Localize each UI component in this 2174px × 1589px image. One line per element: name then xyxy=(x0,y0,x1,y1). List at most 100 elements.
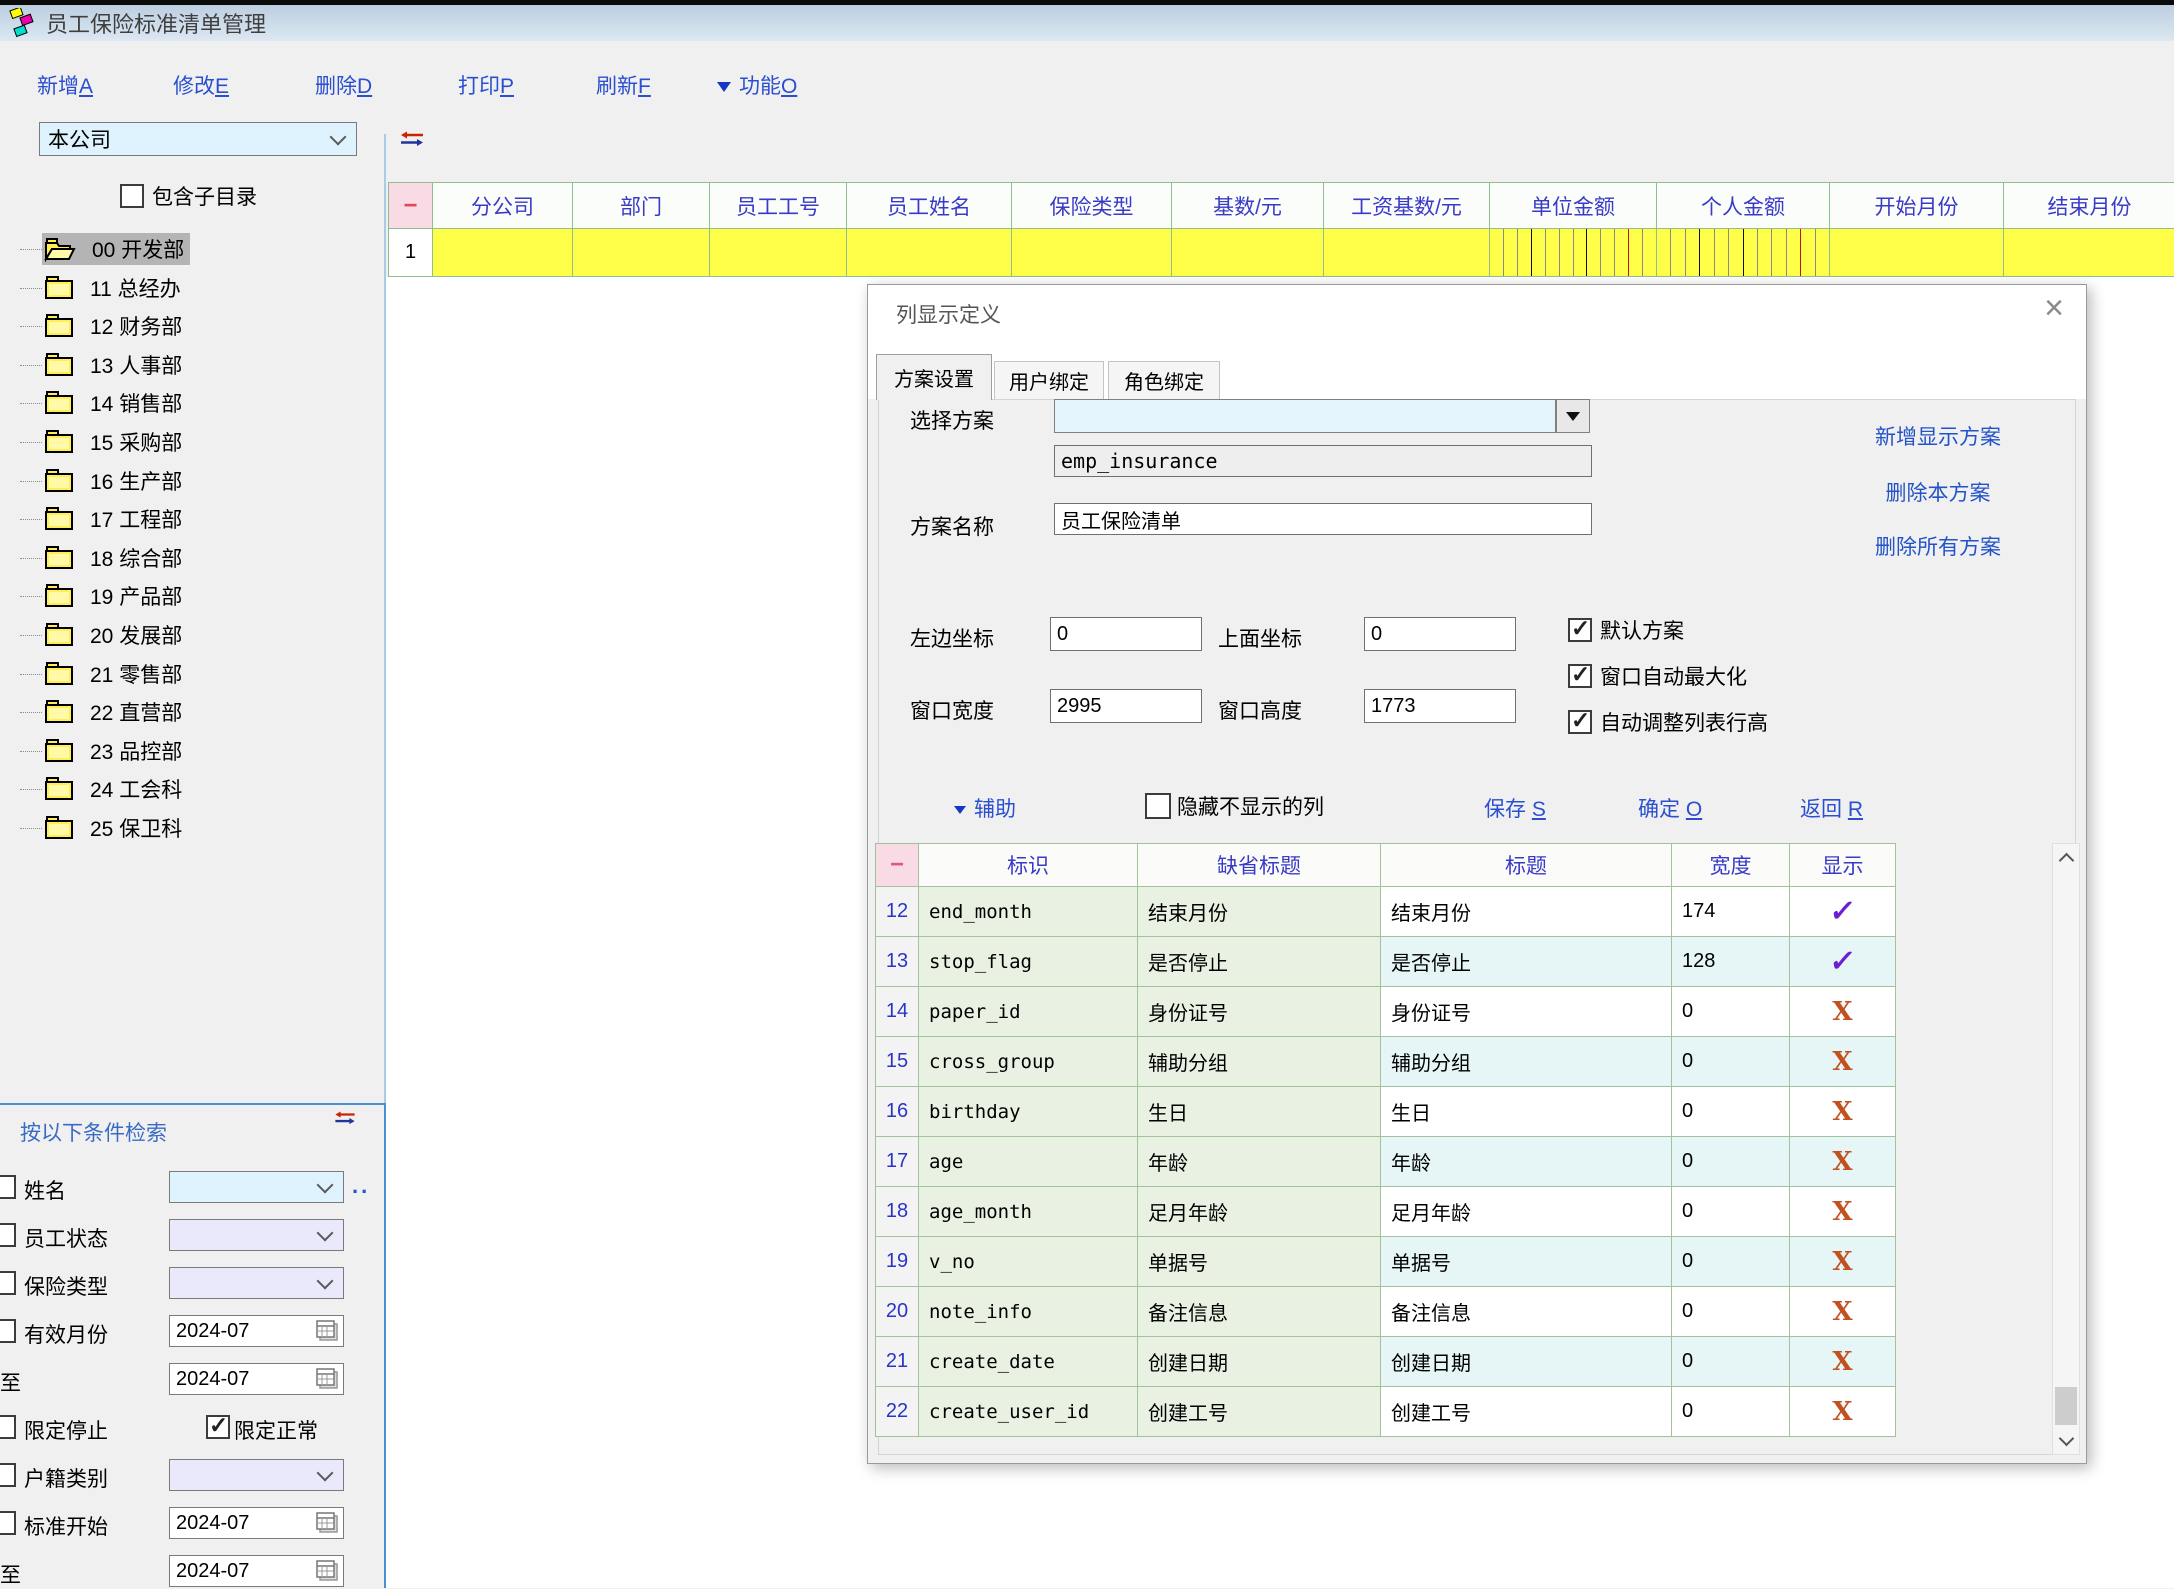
scheme-combobox-button[interactable] xyxy=(1556,399,1590,433)
dtable-row-18[interactable]: 18age_month足月年龄足月年龄0X xyxy=(875,1187,1896,1237)
dtable-row-21[interactable]: 21create_date创建日期创建日期0X xyxy=(875,1337,1896,1387)
calendar-icon[interactable] xyxy=(316,1368,340,1390)
calendar-icon[interactable] xyxy=(316,1560,340,1582)
scheme-name-field[interactable] xyxy=(1054,503,1592,535)
main-table-header-11[interactable]: 结束月份 xyxy=(2004,182,2174,229)
company-select[interactable]: 本公司 xyxy=(39,122,357,156)
main-table-header-10[interactable]: 开始月份 xyxy=(1830,182,2004,229)
auto-rowheight-checkbox-row[interactable]: 自动调整列表行高 xyxy=(1568,707,1768,737)
tree-item-17[interactable]: 17 工程部 xyxy=(6,500,188,538)
toolbar-function-menu-button[interactable]: 功能O xyxy=(717,70,797,100)
scroll-up-icon[interactable] xyxy=(2053,844,2079,872)
dtable-row-15[interactable]: 15cross_group辅助分组辅助分组0X xyxy=(875,1037,1896,1087)
search-checkbox2-6[interactable] xyxy=(206,1415,230,1439)
dtable-row-17[interactable]: 17age年龄年龄0X xyxy=(875,1137,1896,1187)
add-scheme-link[interactable]: 新增显示方案 xyxy=(1808,421,2068,451)
swap-columns-icon[interactable] xyxy=(400,131,424,152)
dtable-row-19[interactable]: 19v_no单据号单据号0X xyxy=(875,1237,1896,1287)
tree-node-14[interactable]: 14 销售部 xyxy=(42,387,188,419)
main-table-header-2[interactable]: 部门 xyxy=(573,182,710,229)
default-scheme-checkbox-row[interactable]: 默认方案 xyxy=(1568,615,1684,645)
tree-item-22[interactable]: 22 直营部 xyxy=(6,693,188,731)
calendar-icon[interactable] xyxy=(316,1512,340,1534)
main-table-header-1[interactable]: 分公司 xyxy=(433,182,573,229)
tree-item-18[interactable]: 18 综合部 xyxy=(6,539,188,577)
more-button[interactable]: .. xyxy=(352,1173,370,1199)
window-height-field[interactable] xyxy=(1364,689,1516,723)
tree-item-15[interactable]: 15 采购部 xyxy=(6,423,188,461)
search-date-5[interactable]: 2024-07 xyxy=(169,1363,344,1395)
tree-item-11[interactable]: 11 总经办 xyxy=(6,269,187,307)
tree-node-25[interactable]: 25 保卫科 xyxy=(42,812,188,844)
toolbar-refresh-button[interactable]: 刷新F xyxy=(596,70,651,100)
search-combo-2[interactable] xyxy=(169,1219,344,1251)
tree-item-12[interactable]: 12 财务部 xyxy=(6,307,188,345)
toolbar-add-button[interactable]: 新增A xyxy=(37,70,93,100)
search-checkbox-7[interactable] xyxy=(0,1463,16,1487)
dtable-row-13[interactable]: 13stop_flag是否停止是否停止128✓ xyxy=(875,937,1896,987)
dtable-row-22[interactable]: 22create_user_id创建工号创建工号0X xyxy=(875,1387,1896,1437)
left-coord-field[interactable] xyxy=(1050,617,1202,651)
main-table-header-3[interactable]: 员工工号 xyxy=(710,182,847,229)
auto-maximize-checkbox-row[interactable]: 窗口自动最大化 xyxy=(1568,661,1747,691)
tree-node-15[interactable]: 15 采购部 xyxy=(42,426,188,458)
tree-node-20[interactable]: 20 发展部 xyxy=(42,619,188,651)
scheme-id-field[interactable] xyxy=(1054,445,1592,477)
search-checkbox-4[interactable] xyxy=(0,1319,16,1343)
search-checkbox-1[interactable] xyxy=(0,1175,16,1199)
main-table-header-7[interactable]: 工资基数/元 xyxy=(1324,182,1490,229)
dtable-row-12[interactable]: 12end_month结束月份结束月份174✓ xyxy=(875,887,1896,937)
toolbar-print-button[interactable]: 打印P xyxy=(458,70,514,100)
search-checkbox-8[interactable] xyxy=(0,1511,16,1535)
tree-node-00[interactable]: 00 开发部 xyxy=(42,233,190,265)
dtable-row-14[interactable]: 14paper_id身份证号身份证号0X xyxy=(875,987,1896,1037)
tab-scheme-settings[interactable]: 方案设置 xyxy=(876,354,992,400)
default-scheme-checkbox[interactable] xyxy=(1568,618,1592,642)
close-icon[interactable]: × xyxy=(2044,291,2064,325)
tree-item-24[interactable]: 24 工会科 xyxy=(6,770,188,808)
scrollbar-thumb[interactable] xyxy=(2055,1387,2077,1425)
search-date-4[interactable]: 2024-07 xyxy=(169,1315,344,1347)
tree-node-11[interactable]: 11 总经办 xyxy=(42,272,187,304)
tree-node-23[interactable]: 23 品控部 xyxy=(42,735,188,767)
tree-item-13[interactable]: 13 人事部 xyxy=(6,346,188,384)
delete-all-schemes-link[interactable]: 删除所有方案 xyxy=(1808,531,2068,561)
ok-button[interactable]: 确定 O xyxy=(1638,793,1702,823)
search-checkbox-6[interactable] xyxy=(0,1415,16,1439)
search-date-9[interactable]: 2024-07 xyxy=(169,1555,344,1587)
search-combo-3[interactable] xyxy=(169,1267,344,1299)
tab-user-binding[interactable]: 用户绑定 xyxy=(994,361,1104,399)
main-table-header-8[interactable]: 单位金额 xyxy=(1490,182,1657,229)
tree-node-18[interactable]: 18 综合部 xyxy=(42,542,188,574)
delete-scheme-link[interactable]: 删除本方案 xyxy=(1808,477,2068,507)
main-table-row[interactable]: 1 xyxy=(388,229,2174,277)
search-combo-7[interactable] xyxy=(169,1459,344,1491)
include-subdir-checkbox[interactable] xyxy=(120,184,144,208)
tree-item-16[interactable]: 16 生产部 xyxy=(6,462,188,500)
back-button[interactable]: 返回 R xyxy=(1800,793,1863,823)
tree-node-22[interactable]: 22 直营部 xyxy=(42,696,188,728)
dtable-row-20[interactable]: 20note_info备注信息备注信息0X xyxy=(875,1287,1896,1337)
search-checkbox-3[interactable] xyxy=(0,1271,16,1295)
main-table-header-9[interactable]: 个人金额 xyxy=(1657,182,1830,229)
top-coord-field[interactable] xyxy=(1364,617,1516,651)
dtable-row-16[interactable]: 16birthday生日生日0X xyxy=(875,1087,1896,1137)
search-combo-1[interactable] xyxy=(169,1171,344,1203)
window-width-field[interactable] xyxy=(1050,689,1202,723)
tree-node-24[interactable]: 24 工会科 xyxy=(42,773,188,805)
main-table-header-4[interactable]: 员工姓名 xyxy=(847,182,1012,229)
tree-node-12[interactable]: 12 财务部 xyxy=(42,310,188,342)
tree-node-21[interactable]: 21 零售部 xyxy=(42,658,188,690)
main-table-header-5[interactable]: 保险类型 xyxy=(1012,182,1172,229)
tree-item-14[interactable]: 14 销售部 xyxy=(6,384,188,422)
tree-item-21[interactable]: 21 零售部 xyxy=(6,655,188,693)
tree-item-00[interactable]: 00 开发部 xyxy=(6,230,190,268)
swap-panel-icon[interactable] xyxy=(334,1111,356,1130)
tree-node-17[interactable]: 17 工程部 xyxy=(42,503,188,535)
calendar-icon[interactable] xyxy=(316,1320,340,1342)
main-table-header-6[interactable]: 基数/元 xyxy=(1172,182,1324,229)
search-date-8[interactable]: 2024-07 xyxy=(169,1507,344,1539)
tree-item-23[interactable]: 23 品控部 xyxy=(6,732,188,770)
dialog-scrollbar[interactable] xyxy=(2052,843,2080,1455)
tree-node-19[interactable]: 19 产品部 xyxy=(42,580,188,612)
